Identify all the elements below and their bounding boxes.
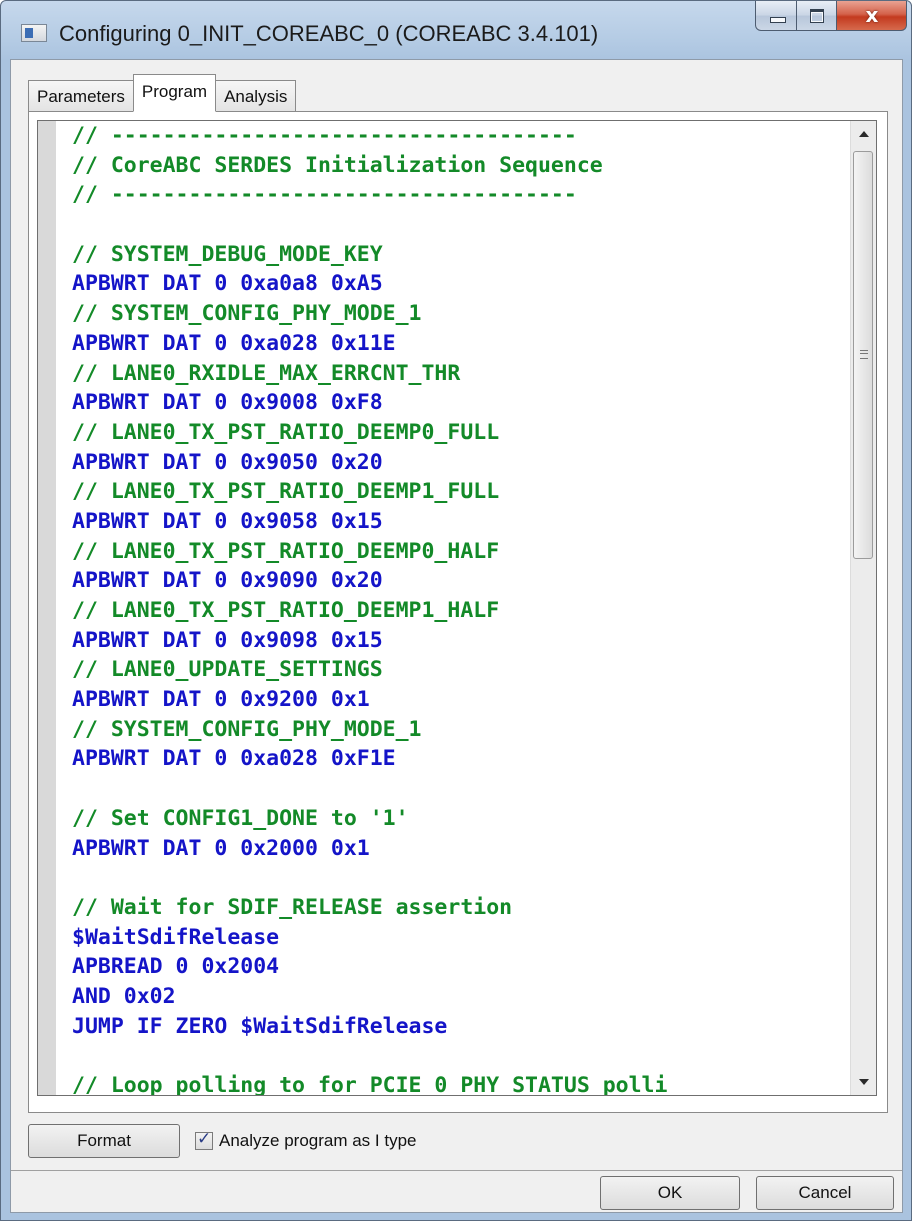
code-line: JUMP IF ZERO $WaitSdifRelease (72, 1013, 448, 1039)
code-line: // ------------------------------------ (72, 182, 577, 208)
scroll-down-button[interactable] (851, 1069, 876, 1095)
app-icon[interactable] (21, 24, 47, 42)
code-line: APBWRT DAT 0 0xa028 0x11E (72, 330, 396, 356)
close-icon: x (865, 3, 879, 27)
code-line: APBWRT DAT 0 0x9098 0x15 (72, 627, 383, 653)
code-line: APBWRT DAT 0 0x9008 0xF8 (72, 390, 383, 416)
ok-button[interactable]: OK (600, 1176, 740, 1210)
editor-gutter (38, 121, 56, 1095)
checkmark-icon: ✓ (197, 1129, 212, 1149)
cancel-button[interactable]: Cancel (756, 1176, 894, 1210)
code-line: APBWRT DAT 0 0x2000 0x1 (72, 835, 370, 861)
arrow-up-icon (858, 131, 869, 137)
code-line: APBWRT DAT 0 0x9050 0x20 (72, 449, 383, 475)
tab-program[interactable]: Program (132, 74, 217, 112)
program-code[interactable]: // ------------------------------------ /… (72, 121, 852, 1096)
code-line: // Wait for SDIF_RELEASE assertion (72, 894, 513, 920)
code-line: APBWRT DAT 0 0x9090 0x20 (72, 568, 383, 594)
code-line: APBWRT DAT 0 0xa028 0xF1E (72, 746, 396, 772)
analyze-checkbox[interactable]: ✓ (195, 1129, 213, 1150)
code-line: AND 0x02 (72, 983, 176, 1009)
vertical-scrollbar[interactable] (850, 121, 876, 1095)
arrow-down-icon (858, 1079, 869, 1085)
analyze-option[interactable]: ✓ Analyze program as I type (195, 1128, 416, 1154)
code-line: // LANE0_TX_PST_RATIO_DEEMP0_FULL (72, 419, 500, 445)
scroll-up-button[interactable] (851, 121, 876, 147)
minimize-button[interactable] (755, 1, 797, 31)
close-button[interactable]: x (837, 1, 907, 31)
code-line: // SYSTEM_CONFIG_PHY_MODE_1 (72, 301, 422, 327)
code-line: // LANE0_TX_PST_RATIO_DEEMP1_FULL (72, 479, 500, 505)
footer-divider (11, 1170, 902, 1171)
tab-strip: Parameters Program Analysis (28, 74, 297, 112)
tab-analysis[interactable]: Analysis (215, 80, 297, 112)
scrollbar-thumb[interactable] (853, 151, 873, 559)
grip-icon (860, 350, 868, 359)
maximize-button[interactable] (797, 1, 837, 31)
code-line: // CoreABC SERDES Initialization Sequenc… (72, 152, 603, 178)
caption-buttons: x (755, 1, 907, 31)
dialog-client-area: Parameters Program Analysis // ---------… (10, 59, 903, 1213)
analyze-label[interactable]: Analyze program as I type (219, 1131, 416, 1151)
code-line: // LANE0_RXIDLE_MAX_ERRCNT_THR (72, 360, 461, 386)
code-line: APBREAD 0 0x2004 (72, 954, 280, 980)
code-line: $WaitSdifRelease (72, 924, 280, 950)
code-line: // Loop polling to for PCIE_0_PHY_STATUS… (72, 1073, 668, 1096)
maximize-icon (810, 9, 824, 23)
program-tab-panel: // ------------------------------------ /… (28, 111, 888, 1113)
code-line: // LANE0_TX_PST_RATIO_DEEMP0_HALF (72, 538, 500, 564)
window-title: Configuring 0_INIT_COREABC_0 (COREABC 3.… (59, 21, 599, 46)
tab-parameters[interactable]: Parameters (28, 80, 134, 112)
code-line: // SYSTEM_CONFIG_PHY_MODE_1 (72, 716, 422, 742)
code-line: // LANE0_TX_PST_RATIO_DEEMP1_HALF (72, 598, 500, 623)
code-line: APBWRT DAT 0 0x9200 0x1 (72, 687, 370, 713)
program-editor[interactable]: // ------------------------------------ /… (37, 120, 877, 1096)
code-line: APBWRT DAT 0 0x9058 0x15 (72, 508, 383, 534)
code-line: APBWRT DAT 0 0xa0a8 0xA5 (72, 271, 383, 297)
minimize-icon (770, 17, 786, 23)
format-button[interactable]: Format (28, 1124, 180, 1158)
code-line: // SYSTEM_DEBUG_MODE_KEY (72, 241, 383, 267)
dialog-window: Configuring 0_INIT_COREABC_0 (COREABC 3.… (0, 0, 912, 1221)
code-line: // ------------------------------------ (72, 123, 577, 148)
code-line: // Set CONFIG1_DONE to '1' (72, 805, 409, 831)
code-line: // LANE0_UPDATE_SETTINGS (72, 657, 383, 683)
title-bar[interactable]: Configuring 0_INIT_COREABC_0 (COREABC 3.… (1, 1, 912, 59)
